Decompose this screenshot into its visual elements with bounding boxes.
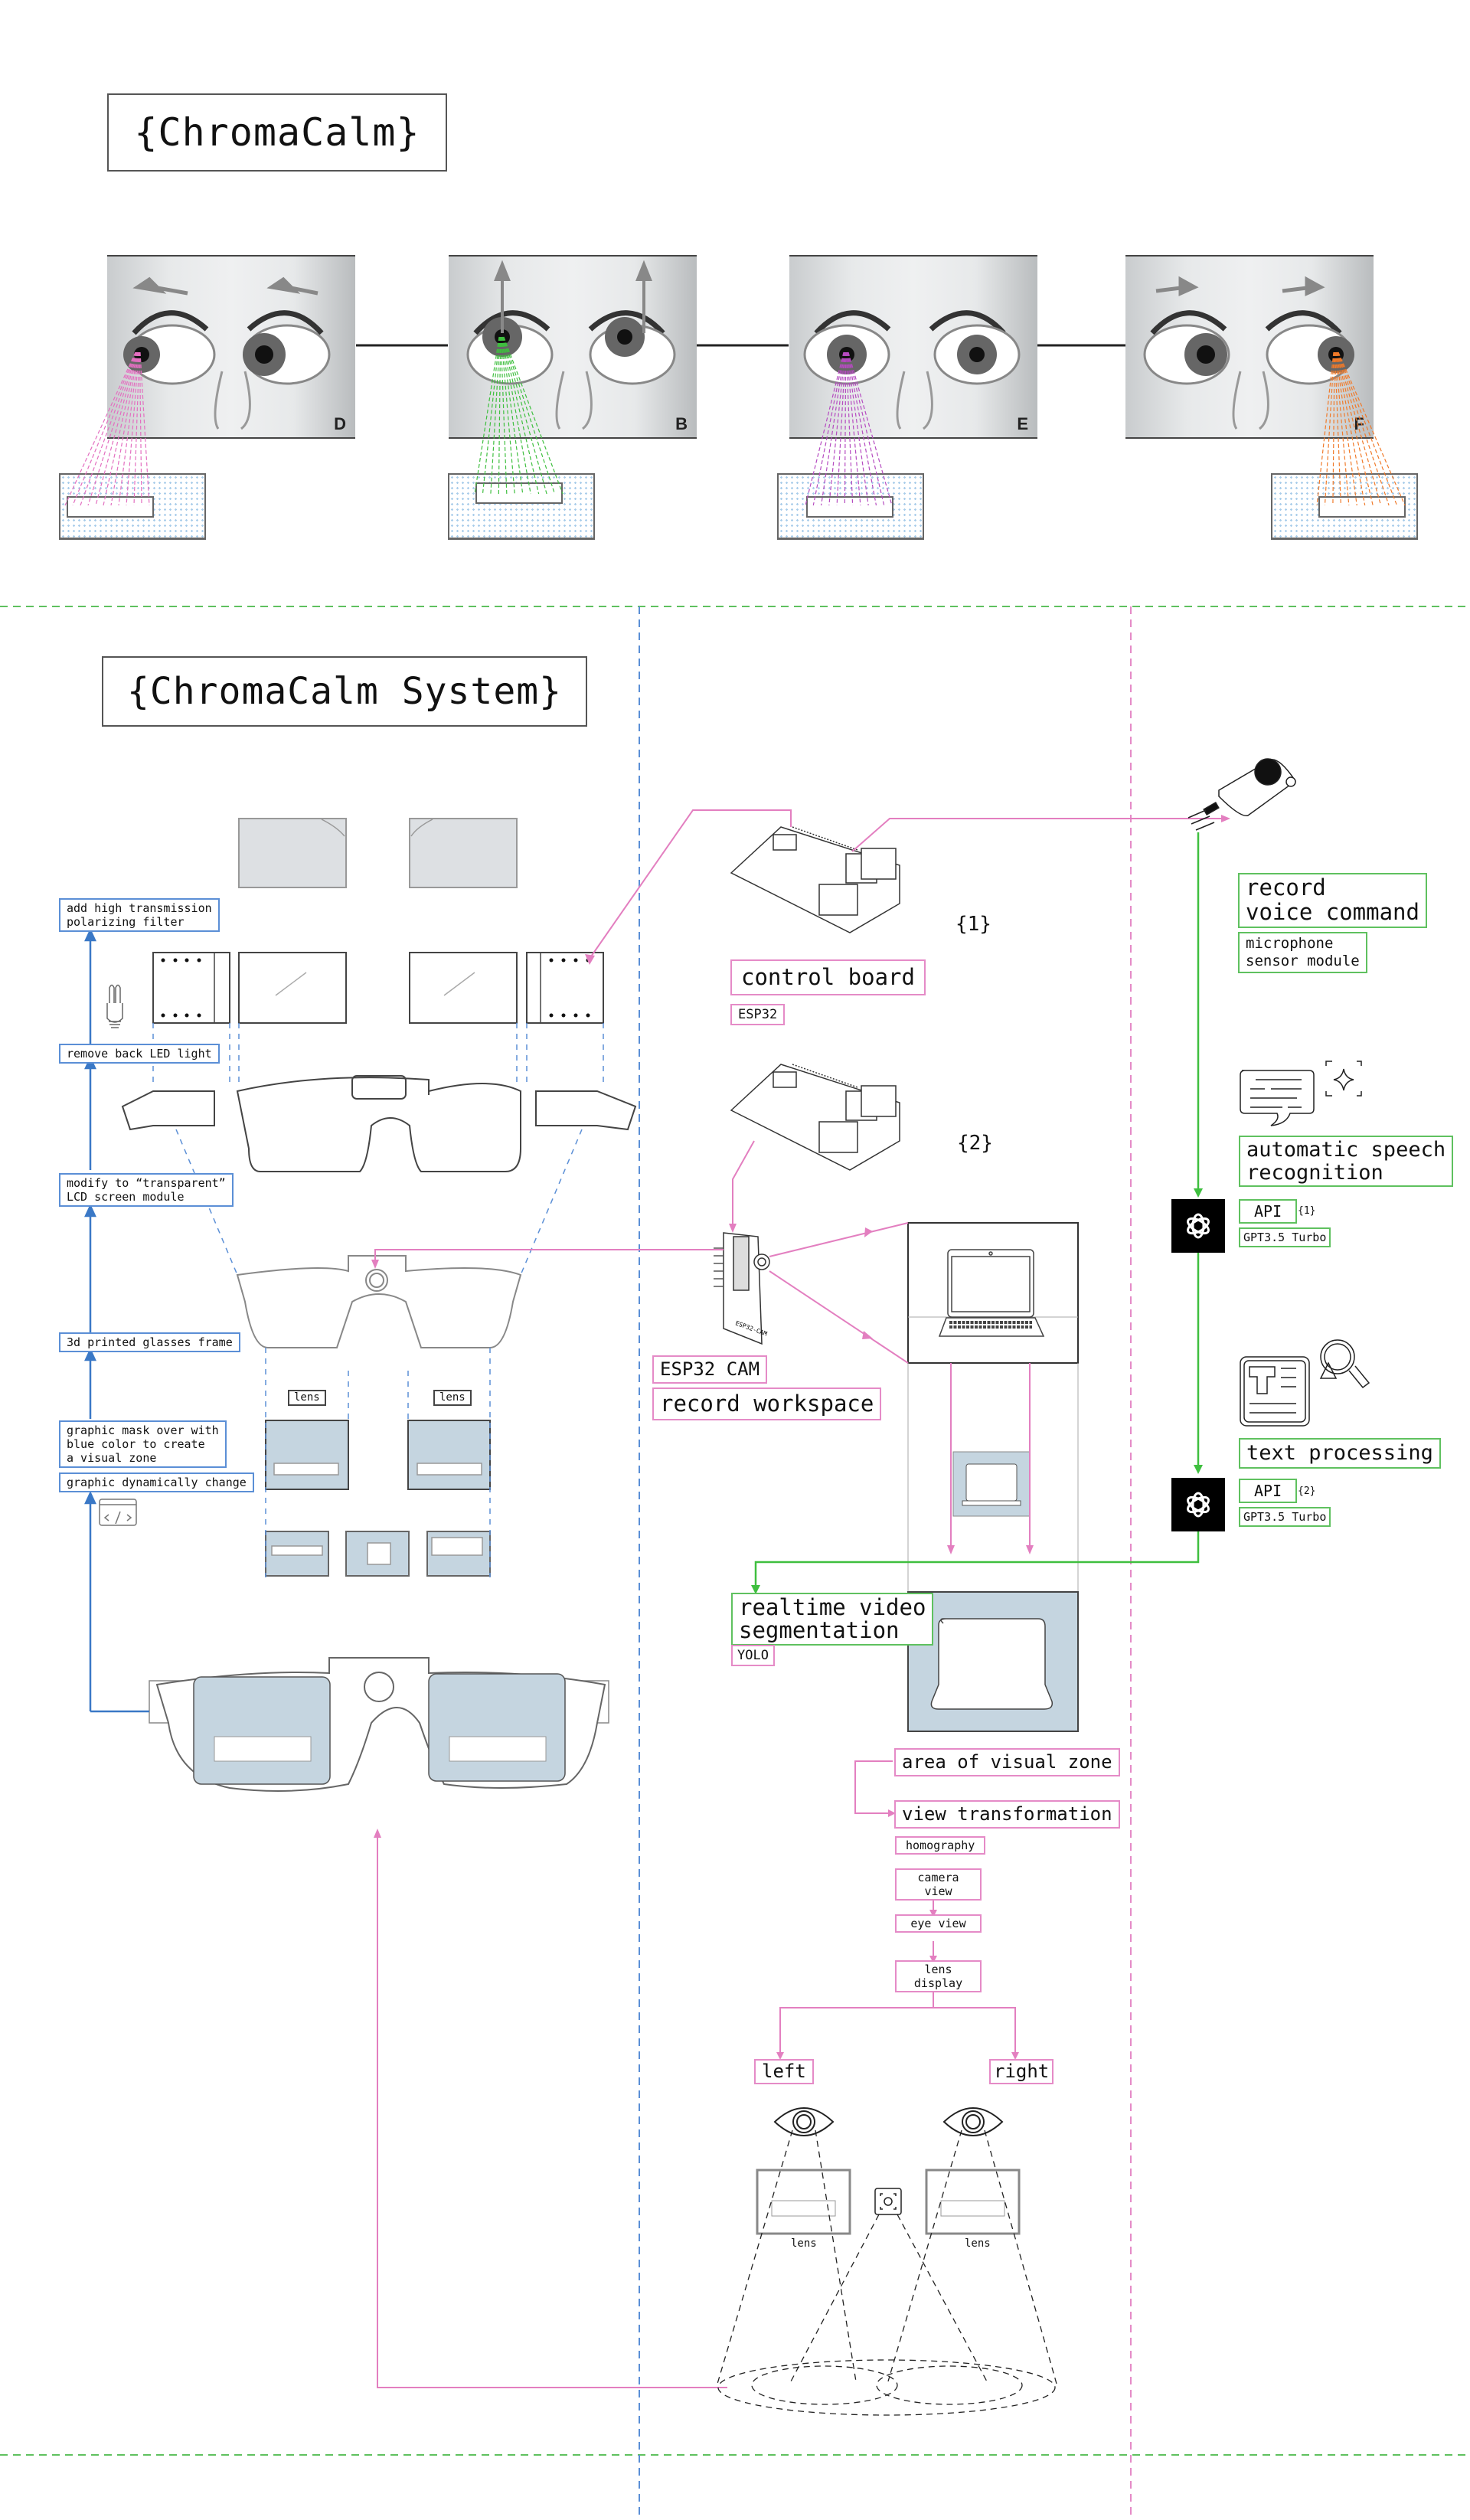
homography-label: homography	[895, 1836, 986, 1855]
lens-caption-left: lens	[791, 2237, 817, 2250]
right-lens-label: right	[989, 2059, 1054, 2084]
text-processing-label: text processing	[1239, 1438, 1441, 1469]
board-2-number: {2}	[957, 1132, 993, 1155]
control-board-1-icon	[730, 826, 900, 933]
record-voice-label: record voice command	[1238, 873, 1427, 928]
video-segmentation-label: realtime video segmentation	[731, 1593, 934, 1646]
api-2-ref: {2}	[1298, 1486, 1316, 1497]
control-board-label: control board	[730, 959, 926, 995]
ai-sparkle-icon	[1325, 1061, 1362, 1097]
record-workspace-label: record workspace	[652, 1387, 882, 1420]
eye-icon-left	[773, 2107, 835, 2136]
api-1-label: API	[1239, 1199, 1298, 1224]
control-board-chip: ESP32	[730, 1004, 786, 1026]
laptop-mini-view	[907, 1363, 1079, 1593]
openai-icon-2	[1171, 1478, 1225, 1531]
text-document-icon	[1240, 1356, 1310, 1427]
speech-bubble-icon	[1240, 1070, 1315, 1126]
lens-caption-right: lens	[965, 2237, 991, 2250]
search-warning-icon	[1319, 1339, 1370, 1389]
eye-view-step: eye view	[895, 1914, 982, 1933]
left-lens-label: left	[754, 2059, 814, 2084]
model-1-label: GPT3.5 Turbo	[1239, 1227, 1331, 1247]
hardware-graphics: ESP32-CAM	[371, 758, 1370, 2416]
camera-focus-icon	[874, 2188, 902, 2215]
camera-view-step: camera view	[895, 1868, 982, 1901]
laptop-frame	[907, 1222, 1079, 1364]
api-2-label: API	[1239, 1479, 1298, 1503]
yolo-label: YOLO	[731, 1645, 775, 1667]
control-board-2-icon	[730, 1064, 900, 1171]
view-transformation-label: view transformation	[894, 1800, 1120, 1829]
lens-display-step: lens display	[895, 1960, 982, 1992]
eye-icon-right	[942, 2107, 1004, 2136]
api-1-ref: {1}	[1298, 1205, 1316, 1217]
esp32-cam-label: ESP32 CAM	[652, 1355, 768, 1384]
pink-arrowheads	[371, 815, 1230, 2060]
microphone-sensor-label: microphone sensor module	[1238, 932, 1367, 973]
area-visual-zone-label: area of visual zone	[894, 1748, 1120, 1776]
board-1-number: {1}	[956, 913, 991, 936]
model-2-label: GPT3.5 Turbo	[1239, 1507, 1331, 1527]
microphone-module-icon	[1187, 758, 1297, 831]
openai-icon-1	[1171, 1199, 1225, 1253]
asr-label: automatic speech recognition	[1239, 1136, 1454, 1188]
